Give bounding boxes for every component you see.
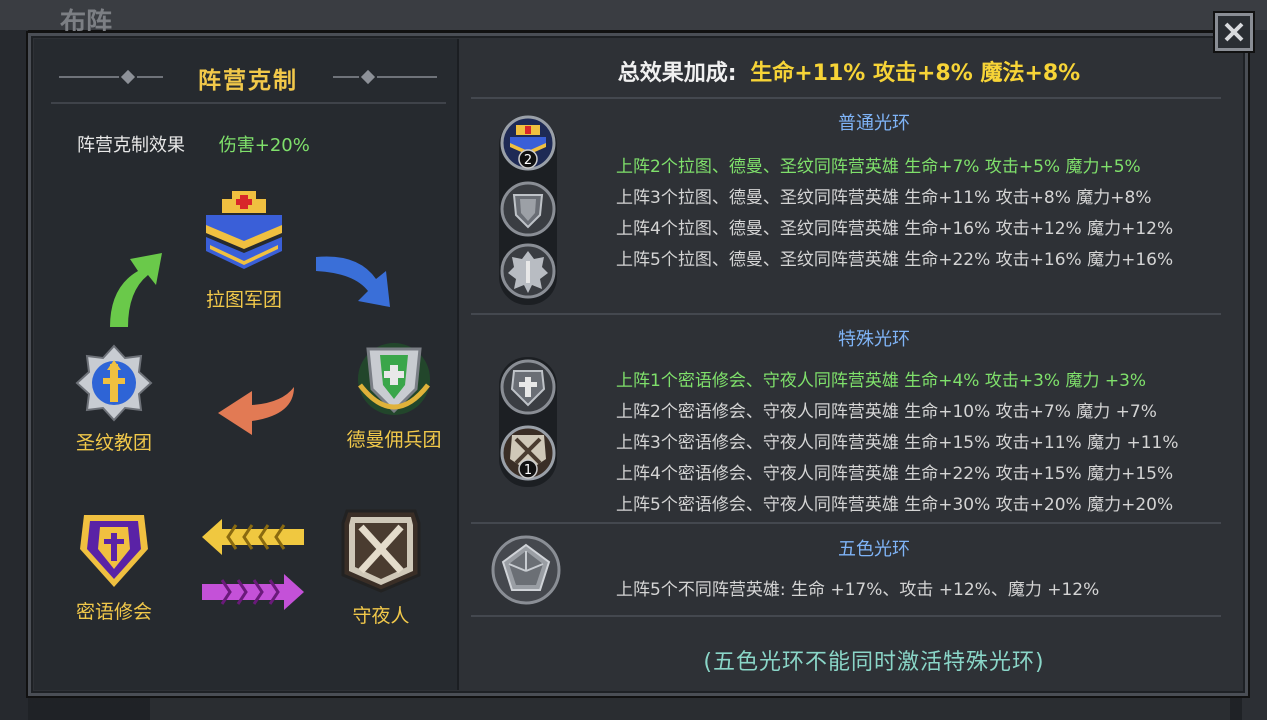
miyu-order-emblem-icon <box>80 515 148 587</box>
faction-shengwen[interactable]: 圣纹教团 <box>54 344 174 455</box>
five-color-aura-line: 上阵5个不同阵营英雄: 生命 +17%、攻击 +12%、魔力 +12% <box>616 580 1100 600</box>
separator-top <box>471 97 1221 99</box>
separator-special-five <box>471 522 1221 524</box>
close-icon <box>1224 22 1244 42</box>
normal-aura-line-4: 上阵5个拉图、德曼、圣纹同阵营英雄 生命+22% 攻击+16% 魔力+16% <box>616 250 1174 270</box>
normal-aura-line-3: 上阵4个拉图、德曼、圣纹同阵营英雄 生命+16% 攻击+12% 魔力+12% <box>616 219 1174 239</box>
faction-counter-title: 阵营克制 <box>198 68 298 94</box>
total-bonus-label: 总效果加成: <box>617 61 737 86</box>
counter-arrow-green-icon <box>110 253 162 327</box>
five-color-aura-title: 五色光环 <box>838 539 910 560</box>
faction-name-latu: 拉图军团 <box>205 289 282 311</box>
total-bonus-row: 总效果加成: 生命+11% 攻击+8% 魔法+8% <box>459 55 1239 87</box>
counter-effect-row: 阵营克制效果 伤害+20% <box>77 131 310 157</box>
faction-miyu[interactable]: 密语修会 <box>54 509 174 624</box>
title-deco-line-right-2 <box>333 76 359 78</box>
special-aura-line-2: 上阵2个密语修会、守夜人同阵营英雄 生命+10% 攻击+7% 魔力 +7% <box>616 402 1157 422</box>
counter-arrow-purple-icon <box>202 574 304 610</box>
special-aura-line-1: 上阵1个密语修会、守夜人同阵营英雄 生命+4% 攻击+3% 魔力 +3% <box>616 371 1147 391</box>
faction-name-shengwen: 圣纹教团 <box>75 432 152 454</box>
normal-aura-badge: 2 <box>524 153 532 168</box>
left-divider <box>51 102 446 104</box>
background-sidebar <box>0 30 28 720</box>
normal-aura-line-1: 上阵2个拉图、德曼、圣纹同阵营英雄 生命+7% 攻击+5% 魔力+5% <box>616 157 1141 177</box>
faction-shouye[interactable]: 守夜人 <box>326 505 436 628</box>
normal-aura-line-2: 上阵3个拉图、德曼、圣纹同阵营英雄 生命+11% 攻击+8% 魔力+8% <box>616 188 1152 208</box>
total-bonus-value: 生命+11% 攻击+8% 魔法+8% <box>750 61 1081 86</box>
faction-deyuan[interactable]: 德曼佣兵团 <box>334 339 454 452</box>
normal-aura-title: 普通光环 <box>838 113 910 134</box>
aura-exclusivity-note: (五色光环不能同时激活特殊光环) <box>703 650 1045 675</box>
normal-aura-level3-icon[interactable] <box>500 181 556 237</box>
latu-legion-emblem-icon <box>206 191 282 269</box>
shengwen-order-emblem-icon <box>75 344 153 422</box>
counter-arrow-yellow-icon <box>202 519 304 555</box>
special-aura-line-3: 上阵3个密语修会、守夜人同阵营英雄 生命+15% 攻击+11% 魔力 +11% <box>616 433 1179 453</box>
faction-name-miyu: 密语修会 <box>75 601 152 623</box>
counter-arrow-blue-icon <box>316 256 390 307</box>
five-color-aura-icon[interactable] <box>491 535 561 605</box>
background-topbar: 布阵 <box>0 0 1267 38</box>
special-aura-line-4: 上阵4个密语修会、守夜人同阵营英雄 生命+22% 攻击+15% 魔力+15% <box>616 464 1174 484</box>
faction-counter-pane: 阵营克制 阵营克制效果 伤害+20% 拉图军团 德曼佣兵团 圣纹教团 密语修会 … <box>34 39 459 690</box>
separator-normal-special <box>471 313 1221 315</box>
faction-aura-dialog: 阵营克制 阵营克制效果 伤害+20% 拉图军团 德曼佣兵团 圣纹教团 密语修会 … <box>28 33 1248 696</box>
close-button[interactable] <box>1215 13 1253 51</box>
aura-effects-pane: 总效果加成: 生命+11% 攻击+8% 魔法+8% 普通光环 2 上阵2个拉图、… <box>459 39 1239 690</box>
faction-name-shouye: 守夜人 <box>352 605 410 627</box>
normal-aura-level2-icon[interactable]: 2 <box>500 115 556 171</box>
counter-effect-label: 阵营克制效果 <box>77 135 185 156</box>
special-aura-level1-icon[interactable] <box>500 359 556 415</box>
title-deco-line-right <box>377 76 437 78</box>
faction-name-deyuan: 德曼佣兵团 <box>346 429 442 451</box>
night-watch-emblem-icon <box>341 509 421 593</box>
deyuan-mercenary-emblem-icon <box>358 343 430 415</box>
special-aura-title: 特殊光环 <box>838 329 910 350</box>
normal-aura-level4-icon[interactable] <box>500 243 556 299</box>
special-aura-level2-icon[interactable]: 1 <box>500 425 556 481</box>
counter-arrow-orange-icon <box>218 387 294 435</box>
separator-bottom <box>471 615 1221 617</box>
faction-latu[interactable]: 拉图军团 <box>189 189 299 312</box>
left-title-bar: 阵营克制 <box>59 61 437 94</box>
counter-effect-value: 伤害+20% <box>218 135 310 156</box>
special-aura-line-5: 上阵5个密语修会、守夜人同阵营英雄 生命+30% 攻击+20% 魔力+20% <box>616 495 1174 515</box>
special-aura-badge: 1 <box>524 463 532 478</box>
